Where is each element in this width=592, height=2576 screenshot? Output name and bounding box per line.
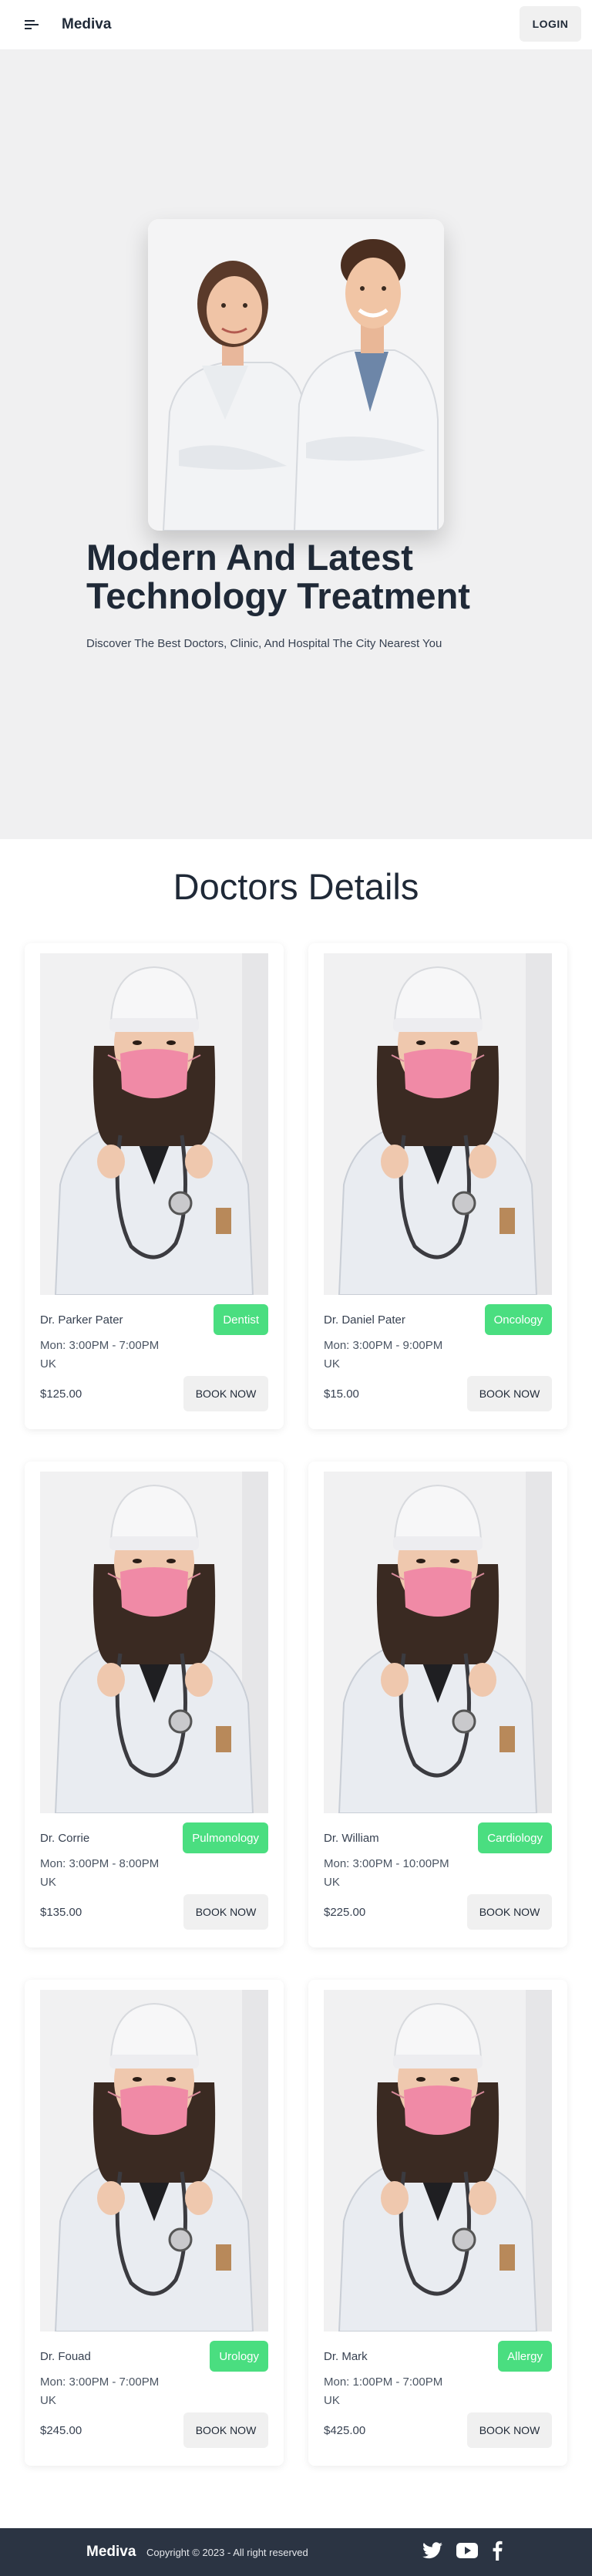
doctor-location: UK (324, 2394, 340, 2407)
doctor-schedule: Mon: 3:00PM - 7:00PM (40, 2375, 160, 2389)
doctor-name: Dr. Fouad (40, 2350, 91, 2363)
doctor-price: $225.00 (324, 1906, 366, 1919)
book-now-button[interactable]: BOOK NOW (467, 1376, 552, 1411)
doctor-location: UK (40, 1876, 56, 1889)
doctor-price: $15.00 (324, 1387, 359, 1401)
hero-section: Modern And Latest Technology Treatment D… (0, 49, 592, 839)
login-button[interactable]: LOGIN (520, 6, 581, 42)
doctor-name: Dr. Mark (324, 2350, 368, 2363)
book-now-button[interactable]: BOOK NOW (183, 2412, 268, 2448)
section-title: Doctors Details (173, 866, 419, 907)
hero-title: Modern And Latest Technology Treatment (86, 537, 470, 616)
navbar: Mediva LOGIN (0, 0, 592, 49)
doctor-location: UK (40, 1357, 56, 1371)
doctor-schedule: Mon: 1:00PM - 7:00PM (324, 2375, 443, 2389)
specialty-badge: Allergy (498, 2341, 552, 2372)
specialty-badge: Oncology (484, 1304, 552, 1335)
book-now-button[interactable]: BOOK NOW (183, 1894, 268, 1930)
brand-logo[interactable]: Mediva (62, 16, 111, 33)
doctor-photo (324, 1990, 552, 2332)
doctor-card: Dr. William Cardiology Mon: 3:00PM - 10:… (308, 1462, 567, 1947)
book-now-button[interactable]: BOOK NOW (183, 1376, 268, 1411)
doctor-card: Dr. Corrie Pulmonology Mon: 3:00PM - 8:0… (25, 1462, 284, 1947)
footer-brand: Mediva (86, 2544, 136, 2560)
specialty-badge: Dentist (214, 1304, 268, 1335)
doctor-location: UK (324, 1876, 340, 1889)
doctor-price: $425.00 (324, 2424, 366, 2437)
doctor-name: Dr. Corrie (40, 1832, 90, 1845)
doctor-card: Dr. Mark Allergy Mon: 1:00PM - 7:00PM UK… (308, 1980, 567, 2466)
youtube-icon[interactable] (456, 2543, 478, 2562)
facebook-icon[interactable] (492, 2541, 503, 2564)
doctor-schedule: Mon: 3:00PM - 9:00PM (324, 1339, 443, 1352)
doctor-schedule: Mon: 3:00PM - 8:00PM (40, 1857, 160, 1870)
doctor-card: Dr. Fouad Urology Mon: 3:00PM - 7:00PM U… (25, 1980, 284, 2466)
specialty-badge: Cardiology (478, 1822, 552, 1853)
doctor-card: Dr. Parker Pater Dentist Mon: 3:00PM - 7… (25, 943, 284, 1429)
doctor-photo (40, 953, 268, 1295)
doctor-photo (324, 1472, 552, 1813)
book-now-button[interactable]: BOOK NOW (467, 2412, 552, 2448)
menu-icon[interactable] (22, 14, 43, 35)
doctor-photo (40, 1472, 268, 1813)
doctor-photo (324, 953, 552, 1295)
book-now-button[interactable]: BOOK NOW (467, 1894, 552, 1930)
specialty-badge: Urology (210, 2341, 268, 2372)
doctor-name: Dr. Parker Pater (40, 1313, 123, 1327)
doctor-photo (40, 1990, 268, 2332)
doctor-location: UK (324, 1357, 340, 1371)
doctor-schedule: Mon: 3:00PM - 10:00PM (324, 1857, 449, 1870)
doctor-schedule: Mon: 3:00PM - 7:00PM (40, 1339, 160, 1352)
doctor-price: $135.00 (40, 1906, 82, 1919)
doctor-price: $245.00 (40, 2424, 82, 2437)
doctor-card: Dr. Daniel Pater Oncology Mon: 3:00PM - … (308, 943, 567, 1429)
doctor-name: Dr. William (324, 1832, 379, 1845)
hero-doctors-image (148, 219, 444, 531)
specialty-badge: Pulmonology (183, 1822, 268, 1853)
footer-copyright: Copyright © 2023 - All right reserved (146, 2547, 308, 2558)
twitter-icon[interactable] (422, 2542, 442, 2563)
doctor-location: UK (40, 2394, 56, 2407)
hero-subtitle: Discover The Best Doctors, Clinic, And H… (86, 637, 442, 650)
footer: Mediva Copyright © 2023 - All right rese… (0, 2528, 592, 2576)
doctor-price: $125.00 (40, 1387, 82, 1401)
doctor-name: Dr. Daniel Pater (324, 1313, 405, 1327)
social-links (422, 2541, 503, 2564)
